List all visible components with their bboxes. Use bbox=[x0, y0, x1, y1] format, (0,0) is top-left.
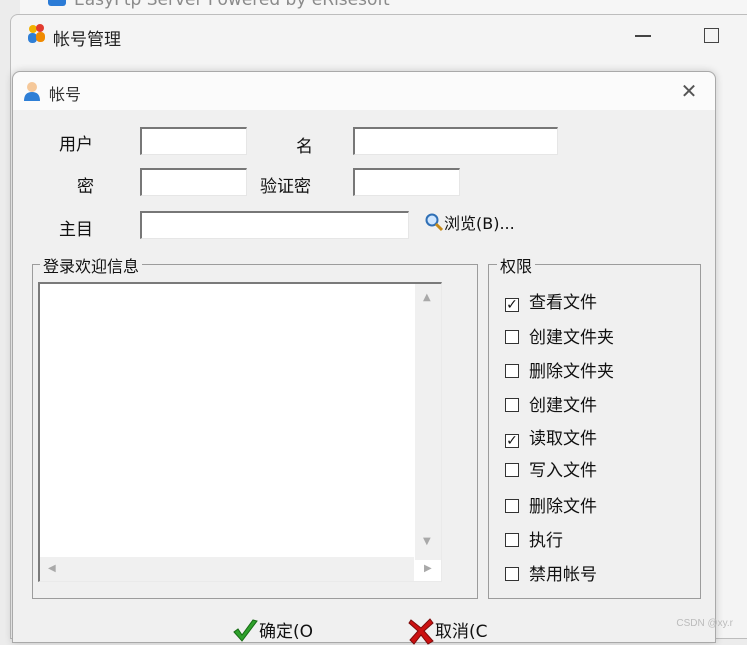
welcome-message-group-title: 登录欢迎信息 bbox=[40, 253, 143, 277]
disable-account-checkbox[interactable] bbox=[505, 567, 519, 581]
dialog-title: 帐号 bbox=[49, 85, 82, 104]
create-folder-checkbox[interactable] bbox=[505, 330, 519, 344]
browse-label: 浏览(B)... bbox=[444, 214, 515, 233]
user-icon bbox=[24, 82, 40, 101]
watermark: CSDN @xy.r bbox=[676, 618, 733, 629]
app-icon bbox=[48, 0, 66, 6]
checkmark-icon bbox=[233, 619, 258, 642]
password-input[interactable] bbox=[140, 168, 247, 196]
home-dir-label: 主目 bbox=[59, 220, 93, 240]
user-input[interactable] bbox=[140, 127, 247, 155]
name-label: 名 bbox=[296, 137, 313, 157]
scroll-left-icon[interactable]: ◀ bbox=[48, 563, 56, 574]
user-label: 用户 bbox=[59, 135, 93, 155]
delete-folder-checkbox[interactable] bbox=[505, 364, 519, 378]
view-files-checkbox[interactable]: ✓ bbox=[505, 298, 519, 312]
permission-read-file[interactable]: ✓ 读取文件 bbox=[505, 424, 597, 449]
permission-view-files[interactable]: ✓ 查看文件 bbox=[505, 288, 597, 313]
vertical-scrollbar[interactable]: ▲ ▼ bbox=[415, 284, 441, 560]
execute-checkbox[interactable] bbox=[505, 533, 519, 547]
write-file-checkbox[interactable] bbox=[505, 463, 519, 477]
confirm-password-label: 验证密 bbox=[260, 177, 311, 197]
maximize-icon[interactable] bbox=[704, 28, 719, 43]
permission-create-file[interactable]: 创建文件 bbox=[505, 391, 597, 416]
dialog-titlebar[interactable]: 帐号 ✕ bbox=[13, 72, 715, 110]
magnifier-icon bbox=[425, 213, 444, 232]
scroll-down-icon[interactable]: ▼ bbox=[423, 536, 431, 547]
permission-write-file[interactable]: 写入文件 bbox=[505, 456, 597, 481]
password-label: 密 bbox=[77, 177, 94, 197]
permission-delete-folder[interactable]: 删除文件夹 bbox=[505, 357, 614, 382]
minimize-icon[interactable] bbox=[635, 35, 651, 37]
horizontal-scrollbar[interactable]: ◀ ▶ bbox=[40, 557, 432, 581]
home-dir-input[interactable] bbox=[140, 211, 409, 239]
ok-button[interactable]: 确定(O bbox=[231, 617, 313, 645]
cancel-button[interactable]: 取消(C bbox=[407, 617, 488, 645]
permission-create-folder[interactable]: 创建文件夹 bbox=[505, 323, 614, 348]
welcome-message-textarea[interactable]: ▲ ▼ ◀ ▶ bbox=[38, 282, 442, 582]
permission-disable-account[interactable]: 禁用帐号 bbox=[505, 560, 597, 585]
permission-execute[interactable]: 执行 bbox=[505, 526, 563, 551]
browse-button[interactable]: 浏览(B)... bbox=[424, 210, 515, 234]
close-icon[interactable]: ✕ bbox=[677, 79, 701, 103]
create-file-checkbox[interactable] bbox=[505, 398, 519, 412]
manager-window-title: 帐号管理 bbox=[53, 30, 121, 50]
delete-file-checkbox[interactable] bbox=[505, 499, 519, 513]
confirm-password-input[interactable] bbox=[353, 168, 460, 196]
name-input[interactable] bbox=[353, 127, 558, 155]
users-icon bbox=[28, 24, 45, 43]
cross-icon bbox=[408, 618, 434, 645]
background-window-title: EasyFtp Server Powered by eRisesoft bbox=[74, 0, 390, 10]
scroll-up-icon[interactable]: ▲ bbox=[423, 292, 431, 303]
permission-delete-file[interactable]: 删除文件 bbox=[505, 492, 597, 517]
permissions-group-title: 权限 bbox=[497, 253, 536, 277]
account-dialog: 帐号 ✕ 用户 名 密 验证密 主目 浏览(B)... 登录欢迎信息 ▲ ▼ ◀… bbox=[12, 71, 716, 645]
scroll-right-icon[interactable]: ▶ bbox=[424, 563, 432, 574]
read-file-checkbox[interactable]: ✓ bbox=[505, 434, 519, 448]
